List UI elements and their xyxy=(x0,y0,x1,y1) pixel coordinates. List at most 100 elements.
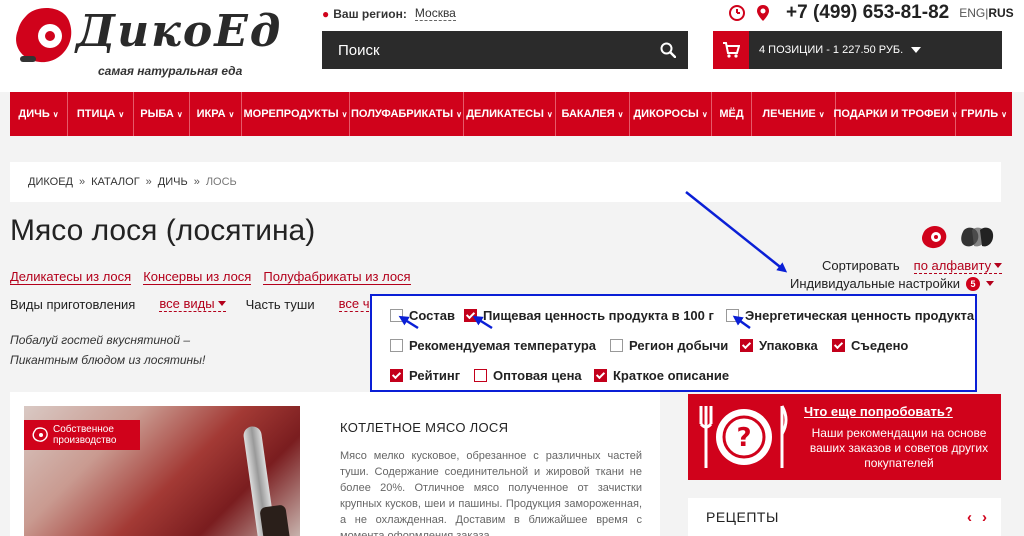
slogan-line-2: Пикантным блюдом из лосятины! xyxy=(10,353,206,367)
checkbox[interactable] xyxy=(594,369,607,382)
setting-nutrition-value[interactable]: Пищевая ценность продукта в 100 г xyxy=(464,308,714,323)
location-pin-icon: ● xyxy=(322,6,330,21)
view-switcher xyxy=(920,224,994,250)
nav-item-honey[interactable]: МЁД xyxy=(712,92,752,136)
product-name[interactable]: КОТЛЕТНОЕ МЯСО ЛОСЯ xyxy=(340,420,508,435)
promo-title[interactable]: Что еще попробовать? xyxy=(804,404,953,419)
search-button[interactable] xyxy=(648,31,688,69)
product-image[interactable]: Собственное производство xyxy=(24,406,300,536)
nav-item-label: ДИКОРОСЫ xyxy=(633,108,699,120)
sort-label: Сортировать xyxy=(822,258,900,273)
individual-settings-toggle[interactable]: Индивидуальные настройки 5 xyxy=(790,276,994,291)
region-city[interactable]: Москва xyxy=(414,6,456,21)
setting-label: Рекомендуемая температура xyxy=(409,338,596,353)
breadcrumb-item-game[interactable]: ДИЧЬ xyxy=(158,176,188,188)
chevron-down-icon: ∨ xyxy=(818,109,825,119)
link-canned-moose[interactable]: Консервы из лося xyxy=(143,270,252,285)
plate-question-icon: ? xyxy=(699,405,788,468)
logo[interactable]: ДикоЕд самая натуральная еда xyxy=(10,4,280,82)
caret-down-icon xyxy=(985,281,994,286)
breadcrumb-separator: » xyxy=(145,176,152,188)
recipes-pager: ‹ › xyxy=(967,509,987,526)
link-delicacies-moose[interactable]: Деликатесы из лося xyxy=(10,270,132,285)
setting-recommended-temperature[interactable]: Рекомендуемая температура xyxy=(390,338,596,353)
checkbox[interactable] xyxy=(832,339,845,352)
product-card[interactable]: Собственное производство КОТЛЕТНОЕ МЯСО Л… xyxy=(10,392,660,536)
clock-icon[interactable] xyxy=(728,4,746,22)
chevron-down-icon: ∨ xyxy=(1001,109,1007,119)
nav-item-seafood[interactable]: МОРЕПРОДУКТЫ ∨ xyxy=(242,92,350,136)
map-pin-icon[interactable] xyxy=(756,4,770,22)
chevron-left-icon[interactable]: ‹ xyxy=(967,509,972,526)
cart-icon xyxy=(723,42,740,58)
setting-wholesale-price[interactable]: Оптовая цена xyxy=(474,368,582,383)
nav-item-grocery[interactable]: БАКАЛЕЯ ∨ xyxy=(556,92,630,136)
filter-part-dropdown[interactable]: все ч xyxy=(338,296,370,312)
logo-meat-icon xyxy=(16,8,72,63)
setting-rating[interactable]: Рейтинг xyxy=(390,368,460,383)
nav-item-treatment[interactable]: ЛЕЧЕНИЕ ∨ xyxy=(752,92,836,136)
search-input[interactable] xyxy=(322,31,648,69)
nav-item-fish[interactable]: РЫБА ∨ xyxy=(134,92,190,136)
nav-item-semi-finished[interactable]: ПОЛУФАБРИКАТЫ ∨ xyxy=(350,92,464,136)
cart-button[interactable]: 4 ПОЗИЦИИ - 1 227.50 РУБ. xyxy=(713,31,1002,69)
search-bar xyxy=(322,31,688,69)
checkbox[interactable] xyxy=(474,369,487,382)
nav-item-poultry[interactable]: ПТИЦА ∨ xyxy=(68,92,134,136)
checkbox[interactable] xyxy=(610,339,623,352)
view-meat-icon[interactable] xyxy=(920,224,948,250)
chevron-down-icon: ∨ xyxy=(546,109,553,119)
sort-dropdown[interactable]: по алфавиту xyxy=(913,258,1003,274)
phone-number[interactable]: +7 (499) 653-81-82 xyxy=(786,2,949,24)
breadcrumb-item-home[interactable]: ДИКОЕД xyxy=(28,176,73,188)
nav-item-label: ИКРА xyxy=(196,108,226,120)
nav-item-wild-plants[interactable]: ДИКОРОСЫ ∨ xyxy=(630,92,712,136)
setting-energy-value[interactable]: Энергетическая ценность продукта xyxy=(726,308,974,323)
breadcrumb: ДИКОЕД » КАТАЛОГ » ДИЧЬ » ЛОСЬ xyxy=(10,162,1001,202)
breadcrumb-item-catalog[interactable]: КАТАЛОГ xyxy=(91,176,140,188)
setting-eaten[interactable]: Съедено xyxy=(832,338,908,353)
setting-region[interactable]: Регион добычи xyxy=(610,338,728,353)
settings-count-badge: 5 xyxy=(965,276,980,291)
lang-en[interactable]: ENG xyxy=(959,6,985,20)
checkbox[interactable] xyxy=(464,309,477,322)
filter-cooking-dropdown[interactable]: все виды xyxy=(159,296,226,312)
chevron-down-icon: ∨ xyxy=(228,109,235,119)
setting-label: Оптовая цена xyxy=(493,368,582,383)
recipes-widget: РЕЦЕПТЫ ‹ › xyxy=(688,498,1001,536)
nav-item-label: БАКАЛЕЯ xyxy=(561,108,615,120)
sort-value: по алфавиту xyxy=(913,258,992,273)
checkbox[interactable] xyxy=(726,309,739,322)
setting-packaging[interactable]: Упаковка xyxy=(740,338,818,353)
checkbox[interactable] xyxy=(390,309,403,322)
checkbox[interactable] xyxy=(740,339,753,352)
chevron-right-icon[interactable]: › xyxy=(982,509,987,526)
language-switch: ENG|RUS xyxy=(959,6,1013,20)
nav-item-grill[interactable]: ГРИЛЬ ∨ xyxy=(956,92,1012,136)
view-list-icon[interactable] xyxy=(960,224,994,250)
nav-item-label: ДЕЛИКАТЕСЫ xyxy=(466,108,544,120)
slogan: Побалуй гостей вкуснятиной – Пикантным б… xyxy=(10,330,205,370)
setting-composition[interactable]: Состав xyxy=(390,308,455,323)
slogan-line-1: Побалуй гостей вкуснятиной – xyxy=(10,333,191,347)
setting-label: Состав xyxy=(409,308,455,323)
link-semi-finished-moose[interactable]: Полуфабрикаты из лося xyxy=(263,270,411,285)
checkbox[interactable] xyxy=(390,339,403,352)
region-selector[interactable]: ● Ваш регион: Москва xyxy=(322,6,456,21)
checkbox[interactable] xyxy=(390,369,403,382)
own-production-line-1: Собственное xyxy=(53,424,114,435)
nav-item-label: ГРИЛЬ xyxy=(961,108,999,120)
setting-short-description[interactable]: Краткое описание xyxy=(594,368,729,383)
nav-item-gifts[interactable]: ПОДАРКИ И ТРОФЕИ ∨ xyxy=(833,92,958,136)
recommendation-promo[interactable]: ? Что еще попробовать? Наши рекомендации… xyxy=(688,394,1001,480)
lang-ru[interactable]: RUS xyxy=(988,6,1013,20)
svg-text:?: ? xyxy=(736,423,751,453)
own-production-badge: Собственное производство xyxy=(24,420,140,450)
nav-item-label: ПОДАРКИ И ТРОФЕИ xyxy=(833,108,949,120)
filter-row: Виды приготовления все виды Часть туши в… xyxy=(10,296,389,312)
nav-item-game[interactable]: ДИЧЬ ∨ xyxy=(10,92,68,136)
nav-item-delicacies[interactable]: ДЕЛИКАТЕСЫ ∨ xyxy=(464,92,556,136)
chevron-down-icon: ∨ xyxy=(617,109,624,119)
nav-item-caviar[interactable]: ИКРА ∨ xyxy=(190,92,242,136)
breadcrumb-separator: » xyxy=(193,176,200,188)
